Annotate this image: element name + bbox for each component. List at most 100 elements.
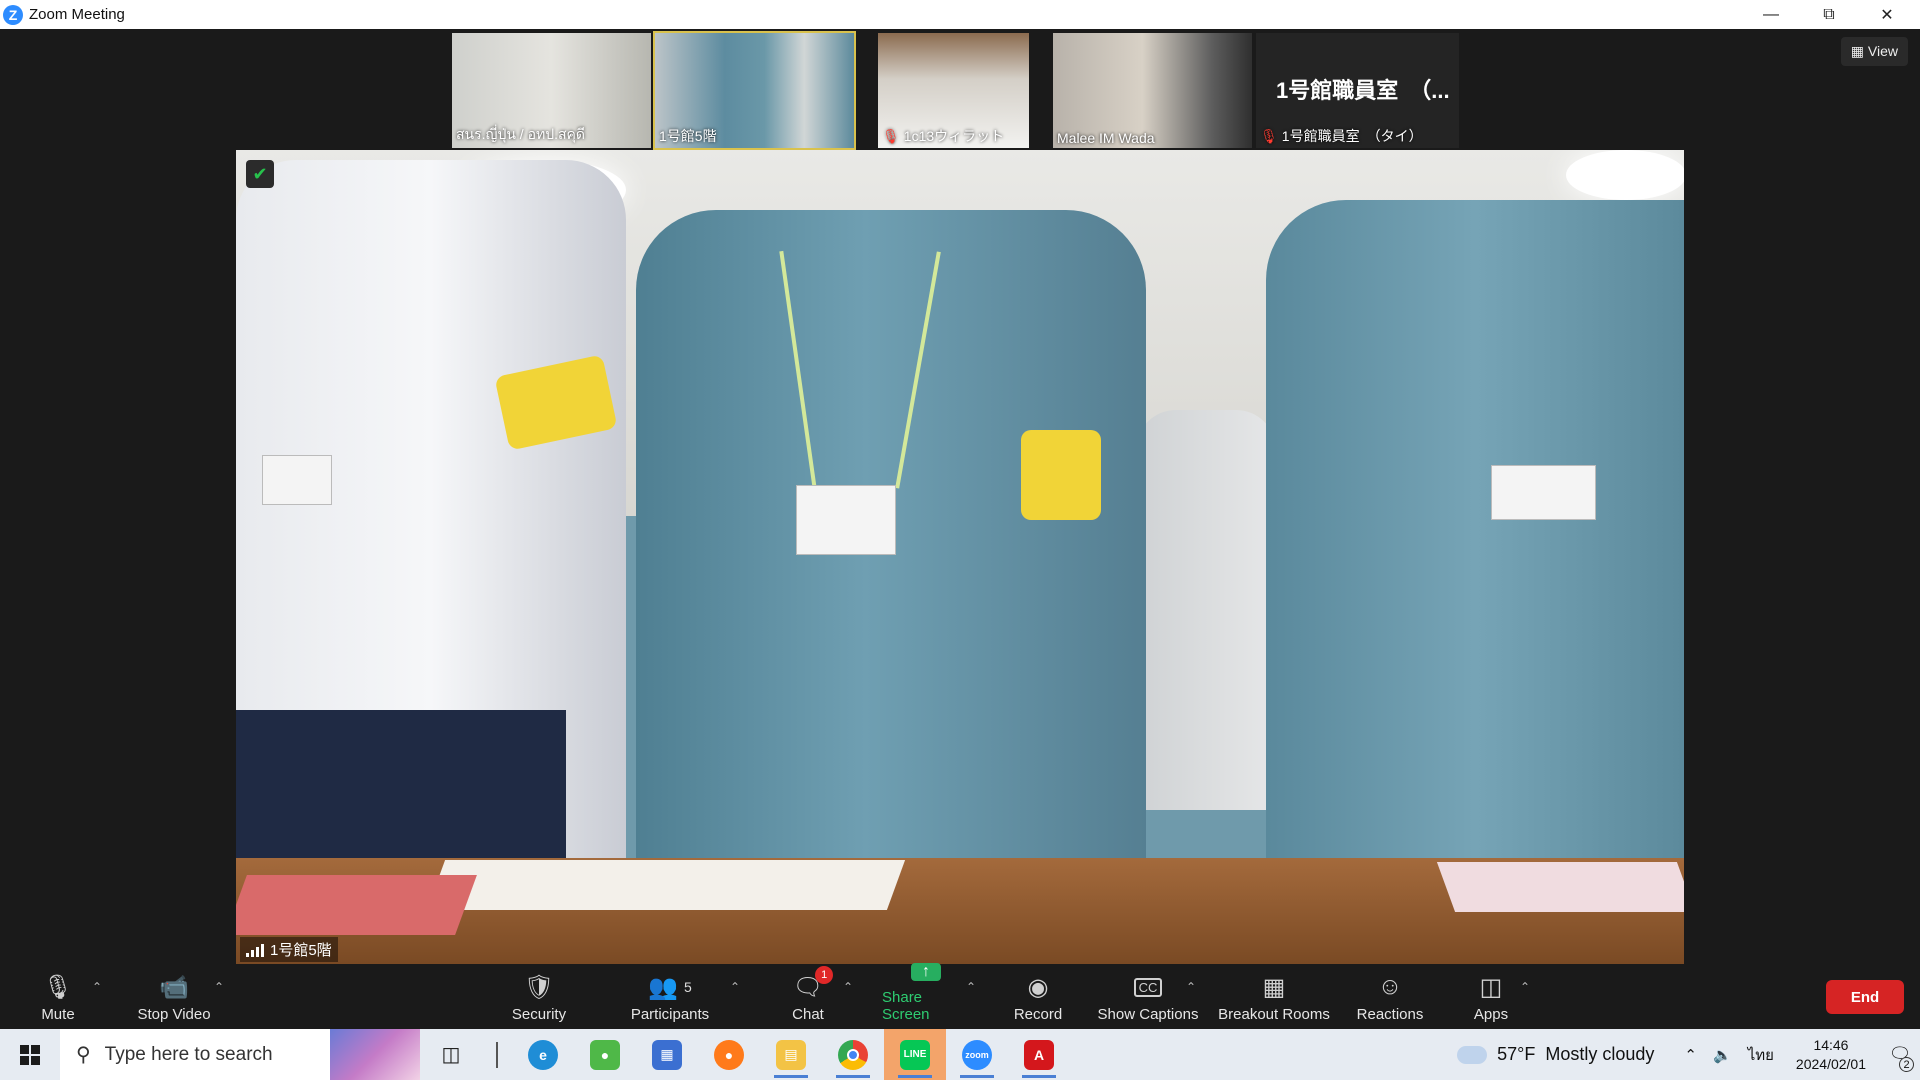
meeting-area: สนร.ญี่ปุ่น / อทป.สคุดี 1号館5階 🎙 1c13ウィラット… <box>0 29 1920 966</box>
participant-thumbnail[interactable]: 🎙 1c13ウィラット <box>878 33 1029 148</box>
search-icon: ⚲ <box>76 1044 91 1066</box>
main-video: ✔ 1号館5階 <box>236 150 1684 964</box>
weather-cloud-icon <box>1455 1039 1488 1064</box>
paper <box>1436 862 1684 912</box>
chat-options-caret[interactable]: ⌃ <box>843 980 853 994</box>
chat-icon: 🗨 1 <box>793 966 834 1002</box>
acrobat-icon: A <box>1024 1039 1054 1070</box>
participant-name: Malee IM Wada <box>1057 130 1155 146</box>
edge-app[interactable]: e <box>512 1029 574 1080</box>
breakout-rooms-icon: ▦ <box>1262 973 1286 1001</box>
edge-icon: e <box>528 1039 558 1070</box>
participant-thumbnail[interactable]: สนร.ญี่ปุ่น / อทป.สคุดี <box>452 33 651 148</box>
restore-button[interactable]: ⧉ <box>1800 0 1858 29</box>
show-hidden-icons-chevron-icon[interactable]: ⌃ <box>1684 1046 1697 1064</box>
notification-count: 2 <box>1899 1057 1914 1072</box>
armband <box>1021 430 1101 520</box>
participant-big-name: 1号館職員室 （... <box>1276 78 1450 103</box>
chrome-icon <box>838 1039 868 1070</box>
system-tray: 57°F Mostly cloudy ⌃ 🔈 ไทย 14:46 2024/02… <box>1455 1029 1920 1080</box>
start-button[interactable] <box>0 1029 60 1080</box>
captions-options-caret[interactable]: ⌃ <box>1186 980 1196 994</box>
participant-thumbnail-strip: สนร.ญี่ปุ่น / อทป.สคุดี 1号館5階 🎙 1c13ウィラット… <box>452 31 1459 150</box>
clock[interactable]: 14:46 2024/02/01 <box>1796 1036 1866 1074</box>
participants-options-caret[interactable]: ⌃ <box>730 980 740 994</box>
record-button[interactable]: ◉ Record <box>1012 966 1064 1029</box>
chat-button[interactable]: 🗨 1 Chat <box>788 966 834 1029</box>
apps-options-caret[interactable]: ⌃ <box>1520 980 1530 994</box>
participant-name: 1号館5階 <box>659 128 717 144</box>
mute-button[interactable]: 🎙 Mute <box>38 966 78 1029</box>
search-placeholder: Type here to search <box>104 1043 273 1065</box>
weather-widget[interactable]: 57°F Mostly cloudy <box>1455 1039 1654 1065</box>
windows-taskbar: ⚲ Type here to search ◫ e ● ▦ ● ▤ LINE z… <box>0 1029 1920 1080</box>
id-badge <box>796 485 896 555</box>
share-screen-button[interactable]: ↑ Share Screen <box>882 963 970 1029</box>
language-indicator[interactable]: ไทย <box>1748 1043 1774 1067</box>
participant-name: 🎙 1c13ウィラット <box>882 127 1005 145</box>
line-app[interactable]: LINE <box>884 1029 946 1080</box>
participants-button[interactable]: 👥 5 Participants <box>628 966 712 1029</box>
window-title: Zoom Meeting <box>29 6 125 23</box>
encryption-shield-icon[interactable]: ✔ <box>246 160 274 188</box>
taskbar-search-box[interactable]: ⚲ Type here to search <box>60 1029 420 1080</box>
task-view-button[interactable]: ◫ <box>420 1029 482 1080</box>
title-bar: Z Zoom Meeting — ⧉ ✕ <box>0 0 1920 29</box>
notification-center-button[interactable]: 🗨 2 <box>1880 1029 1920 1080</box>
chat-unread-badge: 1 <box>815 966 834 984</box>
main-video-label: 1号館5階 <box>240 937 338 962</box>
show-captions-button[interactable]: CC Show Captions <box>1097 966 1199 1029</box>
store-app[interactable]: ▦ <box>636 1029 698 1080</box>
microphone-icon: 🎙 <box>42 973 74 1001</box>
minimize-button[interactable]: — <box>1742 0 1800 29</box>
line-icon: LINE <box>900 1039 930 1070</box>
captions-icon: CC <box>1133 972 1163 1002</box>
folder <box>236 875 477 935</box>
share-options-caret[interactable]: ⌃ <box>966 980 976 994</box>
reactions-button[interactable]: ☺ Reactions <box>1356 966 1424 1029</box>
zoom-icon: zoom <box>962 1039 992 1070</box>
apps-icon: ◫ <box>1479 973 1503 1001</box>
breakout-rooms-button[interactable]: ▦ Breakout Rooms <box>1216 966 1332 1029</box>
record-icon: ◉ <box>1027 973 1049 1001</box>
view-button[interactable]: ▦ View <box>1840 37 1908 66</box>
zoom-logo-icon: Z <box>3 4 23 25</box>
reactions-icon: ☺ <box>1377 973 1403 1000</box>
participant-thumbnail-active[interactable]: 1号館5階 <box>653 31 856 150</box>
security-button[interactable]: 🛡 Security <box>508 966 570 1029</box>
mic-muted-icon: 🎙 <box>1260 127 1278 144</box>
windows-logo-icon <box>20 1044 40 1065</box>
file-explorer-app[interactable]: ▤ <box>760 1029 822 1080</box>
person <box>1266 200 1684 860</box>
zoom-app[interactable]: zoom <box>946 1029 1008 1080</box>
close-button[interactable]: ✕ <box>1858 0 1916 29</box>
mic-muted-icon: 🎙 <box>882 127 900 144</box>
firefox-icon: ● <box>714 1039 744 1070</box>
participant-thumbnail-no-video[interactable]: 1号館職員室 （... 🎙 1号館職員室 （タイ） <box>1256 33 1459 148</box>
firefox-app[interactable]: ● <box>698 1029 760 1080</box>
chrome-app[interactable] <box>822 1029 884 1080</box>
folder-icon: ▤ <box>776 1039 806 1070</box>
person-pants <box>236 710 566 860</box>
wechat-app[interactable]: ● <box>574 1029 636 1080</box>
taskbar-separator <box>482 1029 512 1080</box>
shield-icon: 🛡 <box>523 973 555 1001</box>
task-view-icon: ◫ <box>441 1044 461 1066</box>
store-icon: ▦ <box>652 1039 682 1070</box>
apps-button[interactable]: ◫ Apps <box>1472 966 1510 1029</box>
end-meeting-button[interactable]: End <box>1826 980 1904 1014</box>
wechat-icon: ● <box>590 1039 620 1070</box>
participant-name: 🎙 1号館職員室 （タイ） <box>1260 127 1423 145</box>
acrobat-app[interactable]: A <box>1008 1029 1070 1080</box>
ceiling-light <box>1566 150 1684 200</box>
person <box>1136 410 1276 810</box>
paper <box>426 860 906 910</box>
signal-strength-icon <box>246 943 264 957</box>
speaker-icon[interactable]: 🔈 <box>1713 1046 1732 1064</box>
video-options-caret[interactable]: ⌃ <box>214 980 224 994</box>
participant-name: สนร.ญี่ปุ่น / อทป.สคุดี <box>456 126 585 142</box>
stop-video-button[interactable]: 📹 Stop Video <box>136 966 212 1029</box>
audio-options-caret[interactable]: ⌃ <box>92 980 102 994</box>
video-camera-icon: 📹 <box>159 973 189 1001</box>
participant-thumbnail[interactable]: Malee IM Wada <box>1053 33 1252 148</box>
